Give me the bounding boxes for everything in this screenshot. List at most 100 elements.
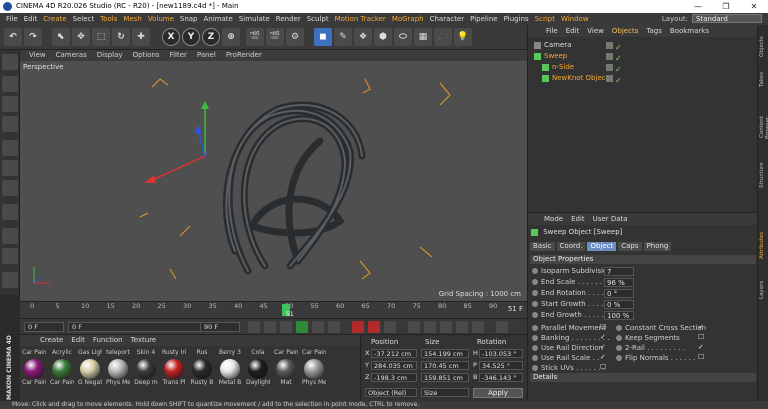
- animation-radio-icon[interactable]: [532, 355, 538, 361]
- coordinate-system-button[interactable]: ⊕: [222, 28, 240, 46]
- attribute-menu-edit[interactable]: Edit: [567, 213, 589, 225]
- animation-radio-icon[interactable]: [532, 301, 538, 307]
- attribute-tab-coord[interactable]: Coord.: [556, 242, 586, 251]
- timeline-menu-button[interactable]: [496, 321, 508, 333]
- deformer-button[interactable]: ⬭: [394, 28, 412, 46]
- enabled-check-icon[interactable]: ✓: [615, 53, 622, 63]
- texture-mode-button[interactable]: [2, 96, 18, 112]
- viewport-menu-filter[interactable]: Filter: [165, 50, 192, 61]
- menu-character[interactable]: Character: [427, 13, 468, 25]
- rotation-p-field[interactable]: 34.525 °: [479, 361, 523, 370]
- polygons-mode-button[interactable]: [2, 180, 18, 196]
- object-menu-edit[interactable]: Edit: [562, 25, 584, 37]
- key-param-button[interactable]: [456, 321, 468, 333]
- animation-radio-icon[interactable]: [616, 325, 622, 331]
- menu-edit[interactable]: Edit: [21, 13, 41, 25]
- size-x-field[interactable]: 154.199 cm: [421, 349, 469, 358]
- axis-mode-button[interactable]: [2, 204, 18, 220]
- object-visibility-icons[interactable]: ✓: [606, 75, 622, 85]
- attribute-tab-basic[interactable]: Basic: [530, 242, 555, 251]
- material-item[interactable]: Acrylic Car Pain: [50, 349, 74, 387]
- object-menu-view[interactable]: View: [583, 25, 608, 37]
- dock-tab-attributes[interactable]: Attributes: [759, 225, 768, 265]
- menu-plugins[interactable]: Plugins: [501, 13, 532, 25]
- menu-pipeline[interactable]: Pipeline: [467, 13, 500, 25]
- key-scale-button[interactable]: [440, 321, 452, 333]
- menu-mesh[interactable]: Mesh: [120, 13, 144, 25]
- menu-simulate[interactable]: Simulate: [236, 13, 273, 25]
- light-object-button[interactable]: 💡: [454, 28, 472, 46]
- recent-tool-button[interactable]: ✚: [132, 28, 150, 46]
- viewport-perspective[interactable]: Perspective Grid Spacing: 1000 cm: [20, 61, 527, 301]
- size-y-field[interactable]: 170.45 cm: [421, 361, 469, 370]
- object-visibility-icons[interactable]: ✓: [606, 64, 622, 74]
- dock-tab-content-browser[interactable]: Content Browser: [759, 105, 768, 150]
- material-item[interactable]: teleport Phys Me: [106, 349, 130, 387]
- menu-snap[interactable]: Snap: [177, 13, 201, 25]
- preview-end-field[interactable]: 90 F: [200, 322, 240, 332]
- menu-volume[interactable]: Volume: [145, 13, 177, 25]
- attribute-tab-caps[interactable]: Caps: [618, 242, 642, 251]
- close-button[interactable]: ✕: [740, 0, 768, 13]
- layout-dropdown[interactable]: Standard: [692, 14, 762, 23]
- object-row[interactable]: NewKnot Object ✓: [530, 73, 756, 85]
- animation-radio-icon[interactable]: [532, 279, 538, 285]
- position-y-field[interactable]: 284.035 cm: [371, 361, 417, 370]
- material-item[interactable]: Car Pain Mat: [274, 349, 298, 387]
- points-mode-button[interactable]: [2, 140, 18, 156]
- checkbox-checked[interactable]: ✓: [698, 343, 704, 351]
- attribute-menu-user-data[interactable]: User Data: [589, 213, 632, 225]
- menu-sculpt[interactable]: Sculpt: [304, 13, 332, 25]
- object-menu-bookmarks[interactable]: Bookmarks: [666, 25, 713, 37]
- editor-visibility-icon[interactable]: [606, 75, 613, 82]
- lock-workplane-button[interactable]: [2, 272, 18, 288]
- attribute-tab-phong[interactable]: Phong: [643, 242, 672, 251]
- object-menu-tags[interactable]: Tags: [642, 25, 666, 37]
- viewport-menu-prorender[interactable]: ProRender: [221, 50, 267, 61]
- object-row[interactable]: Sweep ✓: [530, 51, 756, 63]
- editor-visibility-icon[interactable]: [606, 42, 613, 49]
- model-mode-button[interactable]: [2, 76, 18, 92]
- object-menu-objects[interactable]: Objects: [608, 25, 642, 37]
- viewport-menu-display[interactable]: Display: [92, 50, 128, 61]
- rotate-tool-button[interactable]: ↻: [112, 28, 130, 46]
- key-position-button[interactable]: [408, 321, 420, 333]
- x-axis-button[interactable]: X: [162, 28, 180, 46]
- cube-object-button[interactable]: ◼: [314, 28, 332, 46]
- material-item[interactable]: Gas Ligh G Negat: [78, 349, 102, 387]
- animation-radio-icon[interactable]: [532, 335, 538, 341]
- snap-button[interactable]: [2, 248, 18, 264]
- animation-radio-icon[interactable]: [532, 268, 538, 274]
- menu-mograph[interactable]: MoGraph: [389, 13, 427, 25]
- timeline-ruler[interactable]: 051015202530354045505560657075808590 51 …: [20, 301, 527, 318]
- key-rotation-button[interactable]: [424, 321, 436, 333]
- material-item[interactable]: Berry 3 Metal B: [218, 349, 242, 387]
- object-menu-file[interactable]: File: [542, 25, 562, 37]
- material-menu-edit[interactable]: Edit: [67, 335, 89, 346]
- enabled-check-icon[interactable]: ✓: [615, 64, 622, 74]
- checkbox-checked[interactable]: ✓: [600, 343, 606, 351]
- checkbox-unchecked[interactable]: ☐: [698, 333, 704, 341]
- render-picture-viewer-button[interactable]: 🎬: [266, 28, 284, 46]
- render-settings-button[interactable]: ⚙: [286, 28, 304, 46]
- play-button[interactable]: [296, 321, 308, 333]
- animation-radio-icon[interactable]: [616, 345, 622, 351]
- rotation-h-field[interactable]: -103.053 °: [479, 349, 523, 358]
- menu-file[interactable]: File: [3, 13, 21, 25]
- dock-tab-takes[interactable]: Takes: [759, 65, 768, 93]
- animation-radio-icon[interactable]: [532, 365, 538, 371]
- play-reverse-button[interactable]: [280, 321, 292, 333]
- select-tool-button[interactable]: ⬉: [52, 28, 70, 46]
- animation-radio-icon[interactable]: [616, 335, 622, 341]
- edges-mode-button[interactable]: [2, 160, 18, 176]
- material-menu-texture[interactable]: Texture: [127, 335, 161, 346]
- property-end-growth-field[interactable]: 100 %: [604, 311, 634, 320]
- keyframe-selection-button[interactable]: [384, 321, 396, 333]
- start-frame-field[interactable]: 0 F: [24, 322, 64, 332]
- coordinate-mode-dropdown[interactable]: Object (Rel): [365, 388, 417, 397]
- subdivision-surface-button[interactable]: ❖: [354, 28, 372, 46]
- menu-script[interactable]: Script: [532, 13, 558, 25]
- viewport-menu-options[interactable]: Options: [128, 50, 165, 61]
- viewport-menu-view[interactable]: View: [24, 50, 51, 61]
- size-z-field[interactable]: 159.851 cm: [421, 373, 469, 382]
